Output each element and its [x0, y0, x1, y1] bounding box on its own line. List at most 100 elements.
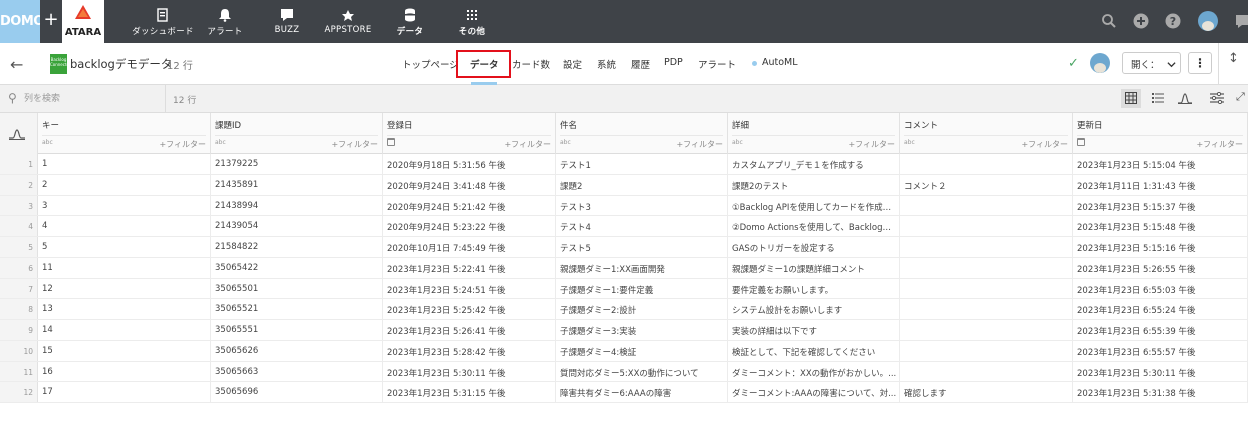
plus-button[interactable]: +	[40, 0, 62, 43]
column-header[interactable]: 更新日 +フィルター	[1073, 113, 1248, 154]
table-cell[interactable]: システム設計をお願いします	[728, 299, 900, 319]
table-cell[interactable]: 11	[38, 257, 211, 278]
table-cell[interactable]: 2023年1月23日 5:15:04 午後	[1073, 154, 1248, 174]
table-cell[interactable]: 要件定義をお願いします。	[728, 278, 900, 299]
column-name[interactable]: 詳細	[732, 119, 749, 131]
column-name[interactable]: 登録日	[387, 119, 413, 131]
table-cell[interactable]: 21439054	[211, 216, 383, 236]
table-cell[interactable]: 子課題ダミー4:検証	[556, 340, 728, 361]
table-cell[interactable]	[900, 278, 1073, 299]
table-cell[interactable]: 2020年9月24日 5:21:42 午後	[383, 195, 556, 216]
table-cell[interactable]: 35065422	[211, 257, 383, 278]
table-cell[interactable]: ダミーコメント:AAAの障害について、対...	[728, 382, 900, 402]
table-cell[interactable]: 13	[38, 299, 211, 319]
tab-cards[interactable]: カード数	[512, 57, 550, 71]
table-cell[interactable]: 2	[38, 174, 211, 195]
column-name[interactable]: 件名	[560, 119, 577, 131]
table-cell[interactable]: 2023年1月23日 6:55:03 午後	[1073, 278, 1248, 299]
table-cell[interactable]: 2023年1月23日 5:15:48 午後	[1073, 216, 1248, 236]
expand-vertical-icon[interactable]: ↕	[1228, 51, 1239, 66]
tab-automl[interactable]: AutoML	[762, 57, 798, 68]
list-view-button[interactable]	[1148, 89, 1168, 108]
table-cell[interactable]: 2020年9月24日 3:41:48 午後	[383, 174, 556, 195]
table-cell[interactable]: 3	[38, 195, 211, 216]
table-cell[interactable]	[900, 154, 1073, 174]
tab-settings[interactable]: 設定	[563, 57, 582, 71]
column-header[interactable]: 課題ID abc +フィルター	[211, 113, 383, 154]
table-cell[interactable]: 検証として、下記を確認してください	[728, 340, 900, 361]
chat-bubble-icon[interactable]	[1235, 13, 1248, 29]
table-cell[interactable]: 2023年1月23日 5:30:11 午後	[1073, 361, 1248, 382]
table-cell[interactable]: 障害共有ダミー6:AAAの障害	[556, 382, 728, 402]
search-icon[interactable]	[1101, 13, 1117, 29]
more-options-button[interactable]: ⋮	[1188, 52, 1212, 74]
table-cell[interactable]: テスト3	[556, 195, 728, 216]
nav-data[interactable]: データ	[388, 0, 432, 43]
table-cell[interactable]: 親課題ダミー1:XX画面開発	[556, 257, 728, 278]
owner-avatar[interactable]	[1090, 53, 1110, 73]
column-settings-button[interactable]	[1207, 89, 1227, 108]
table-cell[interactable]: 17	[38, 382, 211, 402]
table-cell[interactable]: 1	[38, 154, 211, 174]
table-cell[interactable]: コメント２	[900, 174, 1073, 195]
table-cell[interactable]: 2023年1月23日 6:55:39 午後	[1073, 320, 1248, 340]
table-cell[interactable]: 2023年1月23日 5:31:38 午後	[1073, 382, 1248, 402]
add-filter-button[interactable]: +フィルター	[676, 139, 723, 150]
table-cell[interactable]: 2023年1月23日 5:22:41 午後	[383, 257, 556, 278]
company-logo[interactable]: ATARA	[62, 0, 104, 43]
add-filter-button[interactable]: +フィルター	[504, 139, 551, 150]
table-cell[interactable]: 親課題ダミー1の課題詳細コメント	[728, 257, 900, 278]
table-cell[interactable]	[900, 195, 1073, 216]
table-cell[interactable]: 12	[38, 278, 211, 299]
tab-history[interactable]: 履歴	[631, 57, 650, 71]
table-cell[interactable]: テスト5	[556, 237, 728, 257]
column-header[interactable]: 登録日 +フィルター	[383, 113, 556, 154]
nav-more[interactable]: その他	[448, 0, 496, 43]
table-cell[interactable]: 2023年1月23日 5:31:15 午後	[383, 382, 556, 402]
nav-alerts[interactable]: アラート	[202, 0, 248, 43]
expand-icon[interactable]: ⤢	[1236, 90, 1245, 104]
table-cell[interactable]: 2023年1月23日 5:28:42 午後	[383, 340, 556, 361]
table-cell[interactable]: ①Backlog APIを使用してカードを作成（...	[728, 195, 900, 216]
table-cell[interactable]: 21438994	[211, 195, 383, 216]
tab-alerts[interactable]: アラート	[698, 57, 736, 71]
add-filter-button[interactable]: +フィルター	[1196, 139, 1243, 150]
add-filter-button[interactable]: +フィルター	[331, 139, 378, 150]
table-cell[interactable]: 21435891	[211, 174, 383, 195]
profile-view-button[interactable]	[1175, 89, 1195, 108]
table-cell[interactable]: 2020年9月24日 5:23:22 午後	[383, 216, 556, 236]
dataset-title[interactable]: backlogデモデータ	[70, 56, 172, 72]
table-cell[interactable]: 35065501	[211, 278, 383, 299]
tab-pdp[interactable]: PDP	[664, 57, 683, 68]
table-cell[interactable]: 2023年1月23日 5:24:51 午後	[383, 278, 556, 299]
table-cell[interactable]: 35065521	[211, 299, 383, 319]
table-cell[interactable]: 2023年1月23日 6:55:57 午後	[1073, 340, 1248, 361]
table-cell[interactable]: 2020年9月18日 5:31:56 午後	[383, 154, 556, 174]
table-cell[interactable]	[900, 361, 1073, 382]
table-cell[interactable]: 15	[38, 340, 211, 361]
table-cell[interactable]: GASのトリガーを設定する	[728, 237, 900, 257]
table-cell[interactable]: 2023年1月23日 5:15:37 午後	[1073, 195, 1248, 216]
table-cell[interactable]: 2023年1月23日 5:26:41 午後	[383, 320, 556, 340]
column-search-input[interactable]	[24, 89, 162, 109]
column-name[interactable]: 課題ID	[215, 119, 241, 131]
table-cell[interactable]: 2020年10月1日 7:45:49 午後	[383, 237, 556, 257]
tab-lineage[interactable]: 系統	[597, 57, 616, 71]
table-cell[interactable]	[900, 299, 1073, 319]
column-header[interactable]: キー abc +フィルター	[38, 113, 211, 154]
table-cell[interactable]: ②Domo Actionsを使用して、Backlogの...	[728, 216, 900, 236]
open-button[interactable]: 開く：	[1122, 52, 1181, 74]
table-cell[interactable]: 2023年1月23日 5:25:42 午後	[383, 299, 556, 319]
nav-appstore[interactable]: APPSTORE	[322, 0, 374, 43]
table-cell[interactable]: 35065626	[211, 340, 383, 361]
column-name[interactable]: コメント	[904, 119, 938, 131]
add-filter-button[interactable]: +フィルター	[1021, 139, 1068, 150]
nav-dashboard[interactable]: ダッシュボード	[131, 0, 195, 43]
table-cell[interactable]: 16	[38, 361, 211, 382]
table-cell[interactable]: 35065551	[211, 320, 383, 340]
table-cell[interactable]: 14	[38, 320, 211, 340]
table-cell[interactable]: 21379225	[211, 154, 383, 174]
tab-overview[interactable]: トップページ	[402, 57, 459, 71]
table-cell[interactable]: 実装の詳細は以下です	[728, 320, 900, 340]
table-cell[interactable]: ダミーコメント：XXの動作がおかしい。...	[728, 361, 900, 382]
